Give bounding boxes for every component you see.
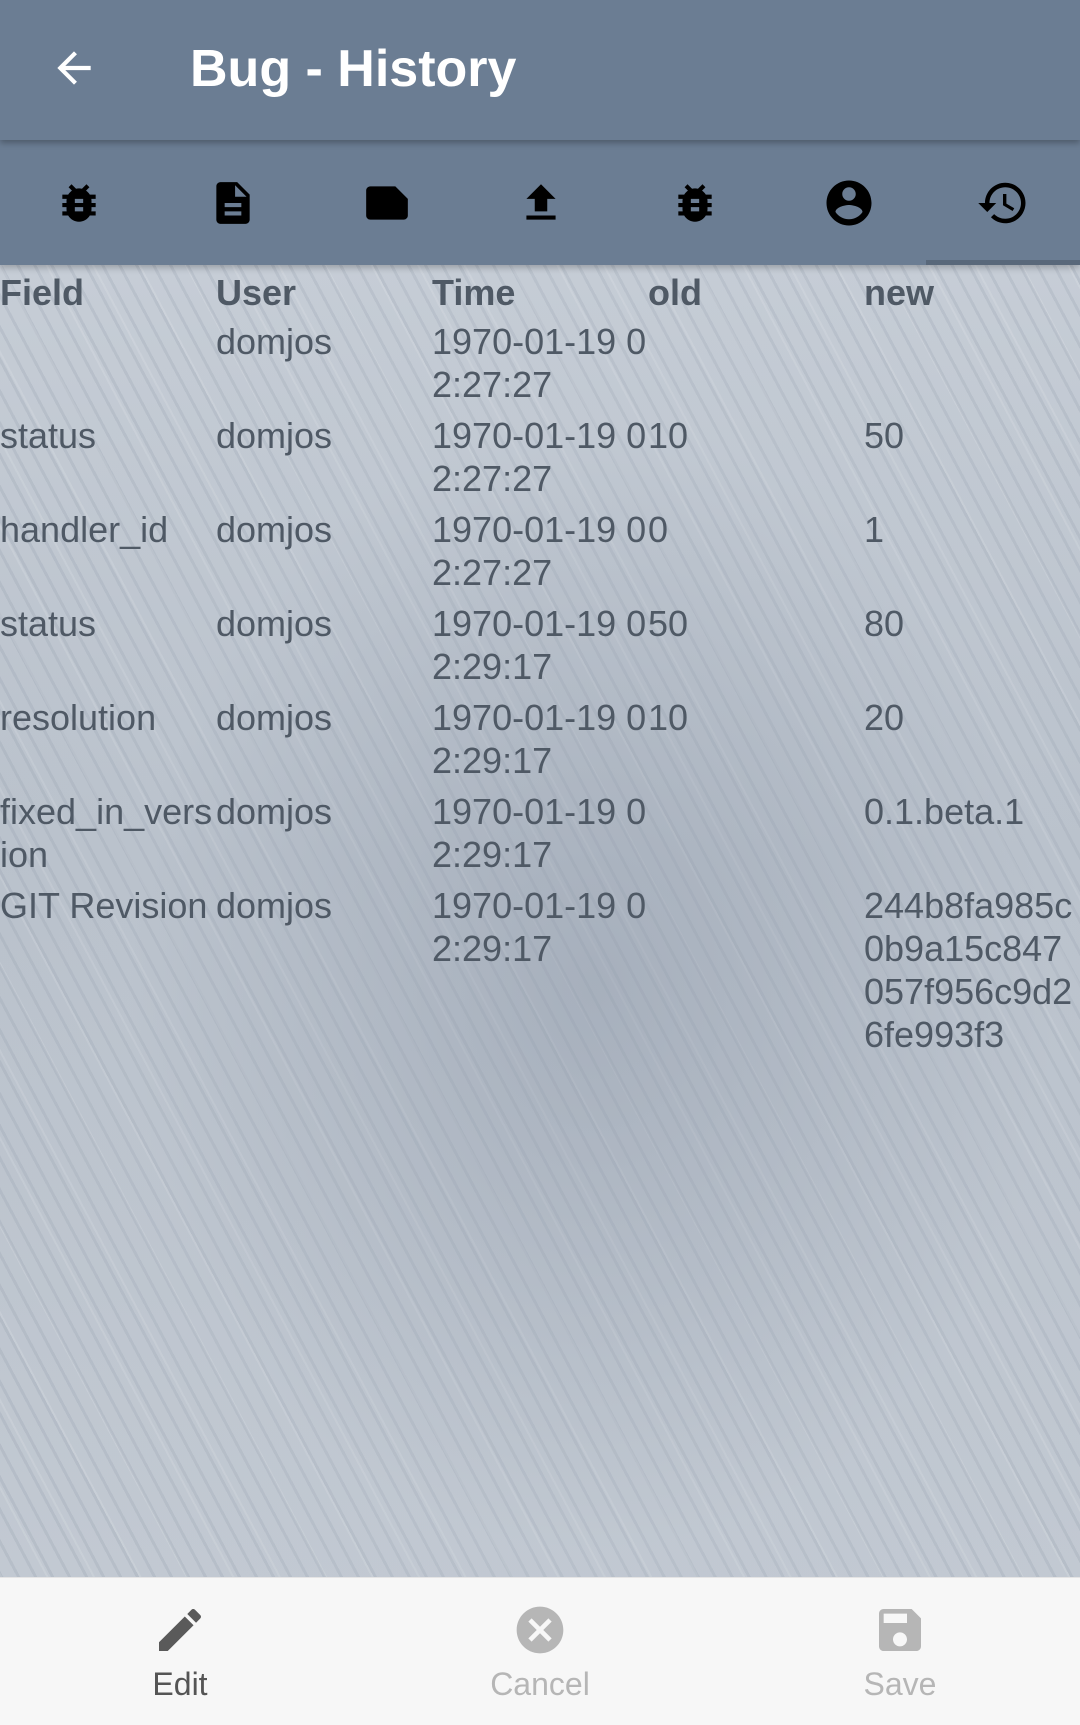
cell-field: status: [0, 415, 97, 456]
table-row: handler_id domjos 1970-01-19 02:27:27 0 …: [0, 508, 1080, 602]
column-header-old: old: [648, 272, 702, 313]
cell-user: domjos: [216, 603, 333, 644]
cell-user: domjos: [216, 791, 333, 832]
column-header-new: new: [864, 272, 935, 313]
cell-time: 1970-01-19 02:27:27: [432, 415, 647, 499]
cell-time: 1970-01-19 02:29:17: [432, 603, 647, 687]
history-icon: [978, 182, 1026, 223]
cell-time: 1970-01-19 02:29:17: [432, 791, 647, 875]
table-row: status domjos 1970-01-19 02:29:17 50 80: [0, 602, 1080, 696]
account-circle-icon: [826, 180, 872, 225]
cell-new: 1: [864, 509, 885, 550]
cell-old: 50: [648, 603, 689, 644]
bottom-navigation: Edit Cancel Save: [0, 1577, 1080, 1725]
cell-user: domjos: [216, 697, 333, 738]
cell-time: 1970-01-19 02:27:27: [432, 509, 647, 593]
column-header-time: Time: [432, 272, 516, 313]
document-icon: [216, 181, 250, 224]
history-table: Field User Time old new domjos 1970-01-1…: [0, 270, 1080, 1064]
cancel-icon: [516, 1606, 564, 1654]
tab-history[interactable]: [926, 140, 1080, 265]
bug-icon: [678, 183, 712, 222]
cell-time: 1970-01-19 02:27:27: [432, 321, 647, 405]
cell-new: 80: [864, 603, 905, 644]
tab-bug[interactable]: [2, 140, 156, 265]
cell-new: 0.1.beta.1: [864, 791, 1025, 832]
cell-field: handler_id: [0, 509, 169, 550]
upload-icon: [526, 183, 556, 220]
save-label: Save: [863, 1666, 937, 1702]
tab-user[interactable]: [772, 140, 926, 265]
arrow-back-icon: [57, 51, 91, 85]
edit-button[interactable]: Edit: [0, 1578, 360, 1725]
tab-note[interactable]: [310, 140, 464, 265]
cell-new: 50: [864, 415, 905, 456]
bug-icon: [62, 183, 96, 222]
column-header-field: Field: [0, 272, 85, 313]
cell-user: domjos: [216, 509, 333, 550]
table-header-row: Field User Time old new: [0, 270, 1080, 320]
cell-old: [648, 320, 864, 414]
tab-bar: [0, 140, 1080, 265]
back-button[interactable]: [38, 32, 110, 104]
edit-icon: [159, 1608, 202, 1651]
table-row: status domjos 1970-01-19 02:27:27 10 50: [0, 414, 1080, 508]
cell-user: domjos: [216, 321, 333, 362]
tab-description[interactable]: [156, 140, 310, 265]
cell-time: 1970-01-19 02:29:17: [432, 697, 647, 781]
cell-new: [864, 320, 1080, 414]
save-icon: [879, 1609, 921, 1651]
cell-field: fixed_in_version: [0, 791, 213, 875]
table-row: fixed_in_version domjos 1970-01-19 02:29…: [0, 790, 1080, 884]
cell-field: status: [0, 603, 97, 644]
tab-upload[interactable]: [464, 140, 618, 265]
cell-old: [648, 790, 864, 884]
cancel-label: Cancel: [490, 1666, 590, 1702]
cell-time: 1970-01-19 02:29:17: [432, 885, 647, 969]
table-row: domjos 1970-01-19 02:27:27: [0, 320, 1080, 414]
app-bar: Bug - History: [0, 0, 1080, 140]
table-row: resolution domjos 1970-01-19 02:29:17 10…: [0, 696, 1080, 790]
cell-new: 244b8fa985c0b9a15c847057f956c9d26fe993f3: [864, 885, 1073, 1055]
cell-old: 10: [648, 415, 689, 456]
save-button[interactable]: Save: [720, 1578, 1080, 1725]
cell-old: 10: [648, 697, 689, 738]
tab-indicator: [926, 260, 1080, 265]
cancel-button[interactable]: Cancel: [360, 1578, 720, 1725]
column-header-user: User: [216, 272, 297, 313]
cell-field: resolution: [0, 697, 157, 738]
cell-field: [0, 320, 216, 414]
tab-bug-alt[interactable]: [618, 140, 772, 265]
cell-old: [648, 884, 864, 1064]
page-title: Bug - History: [190, 40, 517, 98]
cell-field: GIT Revision: [0, 885, 208, 926]
cell-user: domjos: [216, 885, 333, 926]
table-row: GIT Revision domjos 1970-01-19 02:29:17 …: [0, 884, 1080, 1064]
edit-label: Edit: [152, 1666, 208, 1702]
cell-new: 20: [864, 697, 905, 738]
cell-old: 0: [648, 509, 669, 550]
cell-user: domjos: [216, 415, 333, 456]
note-icon: [366, 185, 408, 220]
